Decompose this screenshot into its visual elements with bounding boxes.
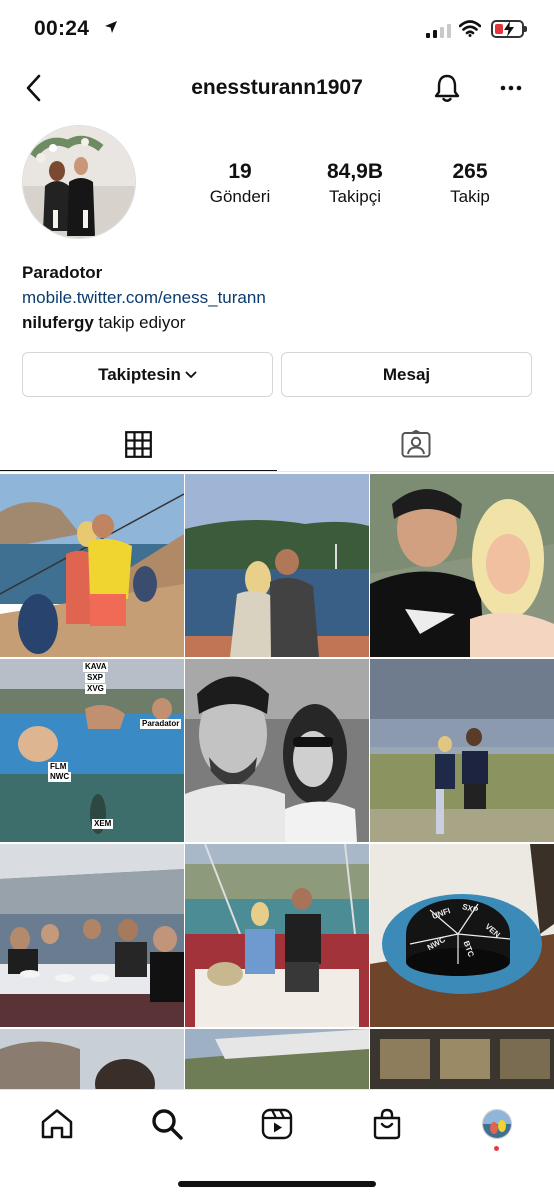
followed-by-text: takip ediyor [93, 313, 186, 332]
post-thumbnail[interactable] [185, 1029, 369, 1089]
followed-by[interactable]: nilufergy takip ediyor [22, 313, 185, 332]
post-tag: XEM [92, 819, 114, 829]
profile-avatar-small [482, 1109, 512, 1139]
followers-count-label: Takipçi [329, 187, 381, 206]
notifications-button[interactable] [430, 71, 464, 105]
followers-count[interactable]: 84,9B Takipçi [305, 160, 405, 207]
post-tag: Paradator [140, 719, 182, 729]
tagged-person-icon [401, 430, 430, 458]
post-thumbnail[interactable] [370, 1029, 554, 1089]
nav-profile[interactable] [477, 1104, 517, 1144]
nav-home[interactable] [37, 1104, 77, 1144]
profile-tabs [0, 416, 554, 472]
post-tag: NWC [48, 772, 72, 782]
more-options-button[interactable] [496, 76, 526, 100]
post-image [370, 659, 554, 842]
wifi-icon [459, 20, 481, 37]
post-tag: KAVA [83, 662, 109, 672]
grid-icon [125, 430, 152, 458]
following-count-value: 265 [452, 160, 488, 183]
post-image [370, 474, 554, 657]
post-tag: SXP [85, 673, 106, 683]
nav-reels[interactable] [257, 1104, 297, 1144]
profile-username: enessturann1907 [191, 76, 363, 99]
posts-count-value: 19 [228, 160, 252, 183]
posts-count-label: Gönderi [209, 187, 271, 206]
shop-icon [373, 1108, 401, 1140]
home-icon [41, 1109, 73, 1139]
post-thumbnail[interactable] [185, 844, 369, 1027]
location-arrow-icon [105, 21, 117, 33]
post-thumbnail[interactable] [0, 474, 184, 657]
active-indicator-dot [494, 1146, 499, 1151]
following-count-label: Takip [450, 187, 490, 206]
profile-header: enessturann1907 [0, 60, 554, 118]
post-image [185, 659, 369, 842]
tab-tagged[interactable] [277, 416, 554, 472]
post-thumbnail[interactable] [185, 659, 369, 842]
post-image [185, 1029, 369, 1089]
display-name: Paradotor [22, 263, 103, 282]
nav-search[interactable] [147, 1104, 187, 1144]
post-image [0, 844, 184, 1027]
message-button[interactable]: Mesaj [281, 352, 532, 397]
followed-by-name: nilufergy [22, 313, 94, 332]
post-tag: XVG [85, 684, 106, 694]
post-image [370, 1029, 554, 1089]
tabs-divider [0, 471, 554, 472]
following-button-label: Takiptesin [98, 364, 181, 384]
post-thumbnail[interactable] [370, 659, 554, 842]
message-button-label: Mesaj [382, 364, 431, 384]
battery-icon [491, 20, 527, 38]
profile-avatar[interactable] [22, 125, 136, 239]
following-count[interactable]: 265 Takip [420, 160, 520, 207]
posts-grid: KAVA SXP XVG Paradator FLM NWC XEM UNFI … [0, 474, 554, 1089]
profile-stats: 19 Gönderi 84,9B Takipçi 265 Takip [190, 160, 520, 207]
reels-icon [261, 1108, 293, 1140]
posts-count[interactable]: 19 Gönderi [190, 160, 290, 207]
more-horizontal-icon [500, 85, 522, 91]
followers-count-value: 84,9B [326, 160, 384, 183]
nav-shop[interactable] [367, 1104, 407, 1144]
profile-bio: Paradotor mobile.twitter.com/eness_turan… [22, 260, 532, 335]
bio-link[interactable]: mobile.twitter.com/eness_turann [22, 285, 532, 310]
post-image [370, 844, 554, 1027]
search-icon [152, 1109, 183, 1140]
bell-icon [434, 74, 460, 102]
post-thumbnail[interactable]: KAVA SXP XVG Paradator FLM NWC XEM [0, 659, 184, 842]
chevron-down-icon [185, 371, 197, 378]
post-thumbnail[interactable]: UNFI SXP VEN NWC BTC [370, 844, 554, 1027]
status-time: 00:24 [34, 17, 90, 40]
avatar-photo [23, 126, 135, 238]
status-bar: 00:24 [0, 0, 554, 60]
post-image [185, 844, 369, 1027]
post-tag: FLM [48, 762, 69, 772]
post-image [0, 1029, 184, 1089]
post-image [185, 474, 369, 657]
profile-actions: Takiptesin Mesaj [22, 352, 532, 397]
tab-grid[interactable] [0, 416, 277, 472]
post-thumbnail[interactable] [370, 474, 554, 657]
post-image [0, 474, 184, 657]
home-indicator[interactable] [178, 1181, 376, 1187]
post-thumbnail[interactable] [0, 1029, 184, 1089]
post-thumbnail[interactable] [0, 844, 184, 1027]
post-thumbnail[interactable] [185, 474, 369, 657]
cellular-signal-icon [426, 22, 451, 38]
following-button[interactable]: Takiptesin [22, 352, 273, 397]
